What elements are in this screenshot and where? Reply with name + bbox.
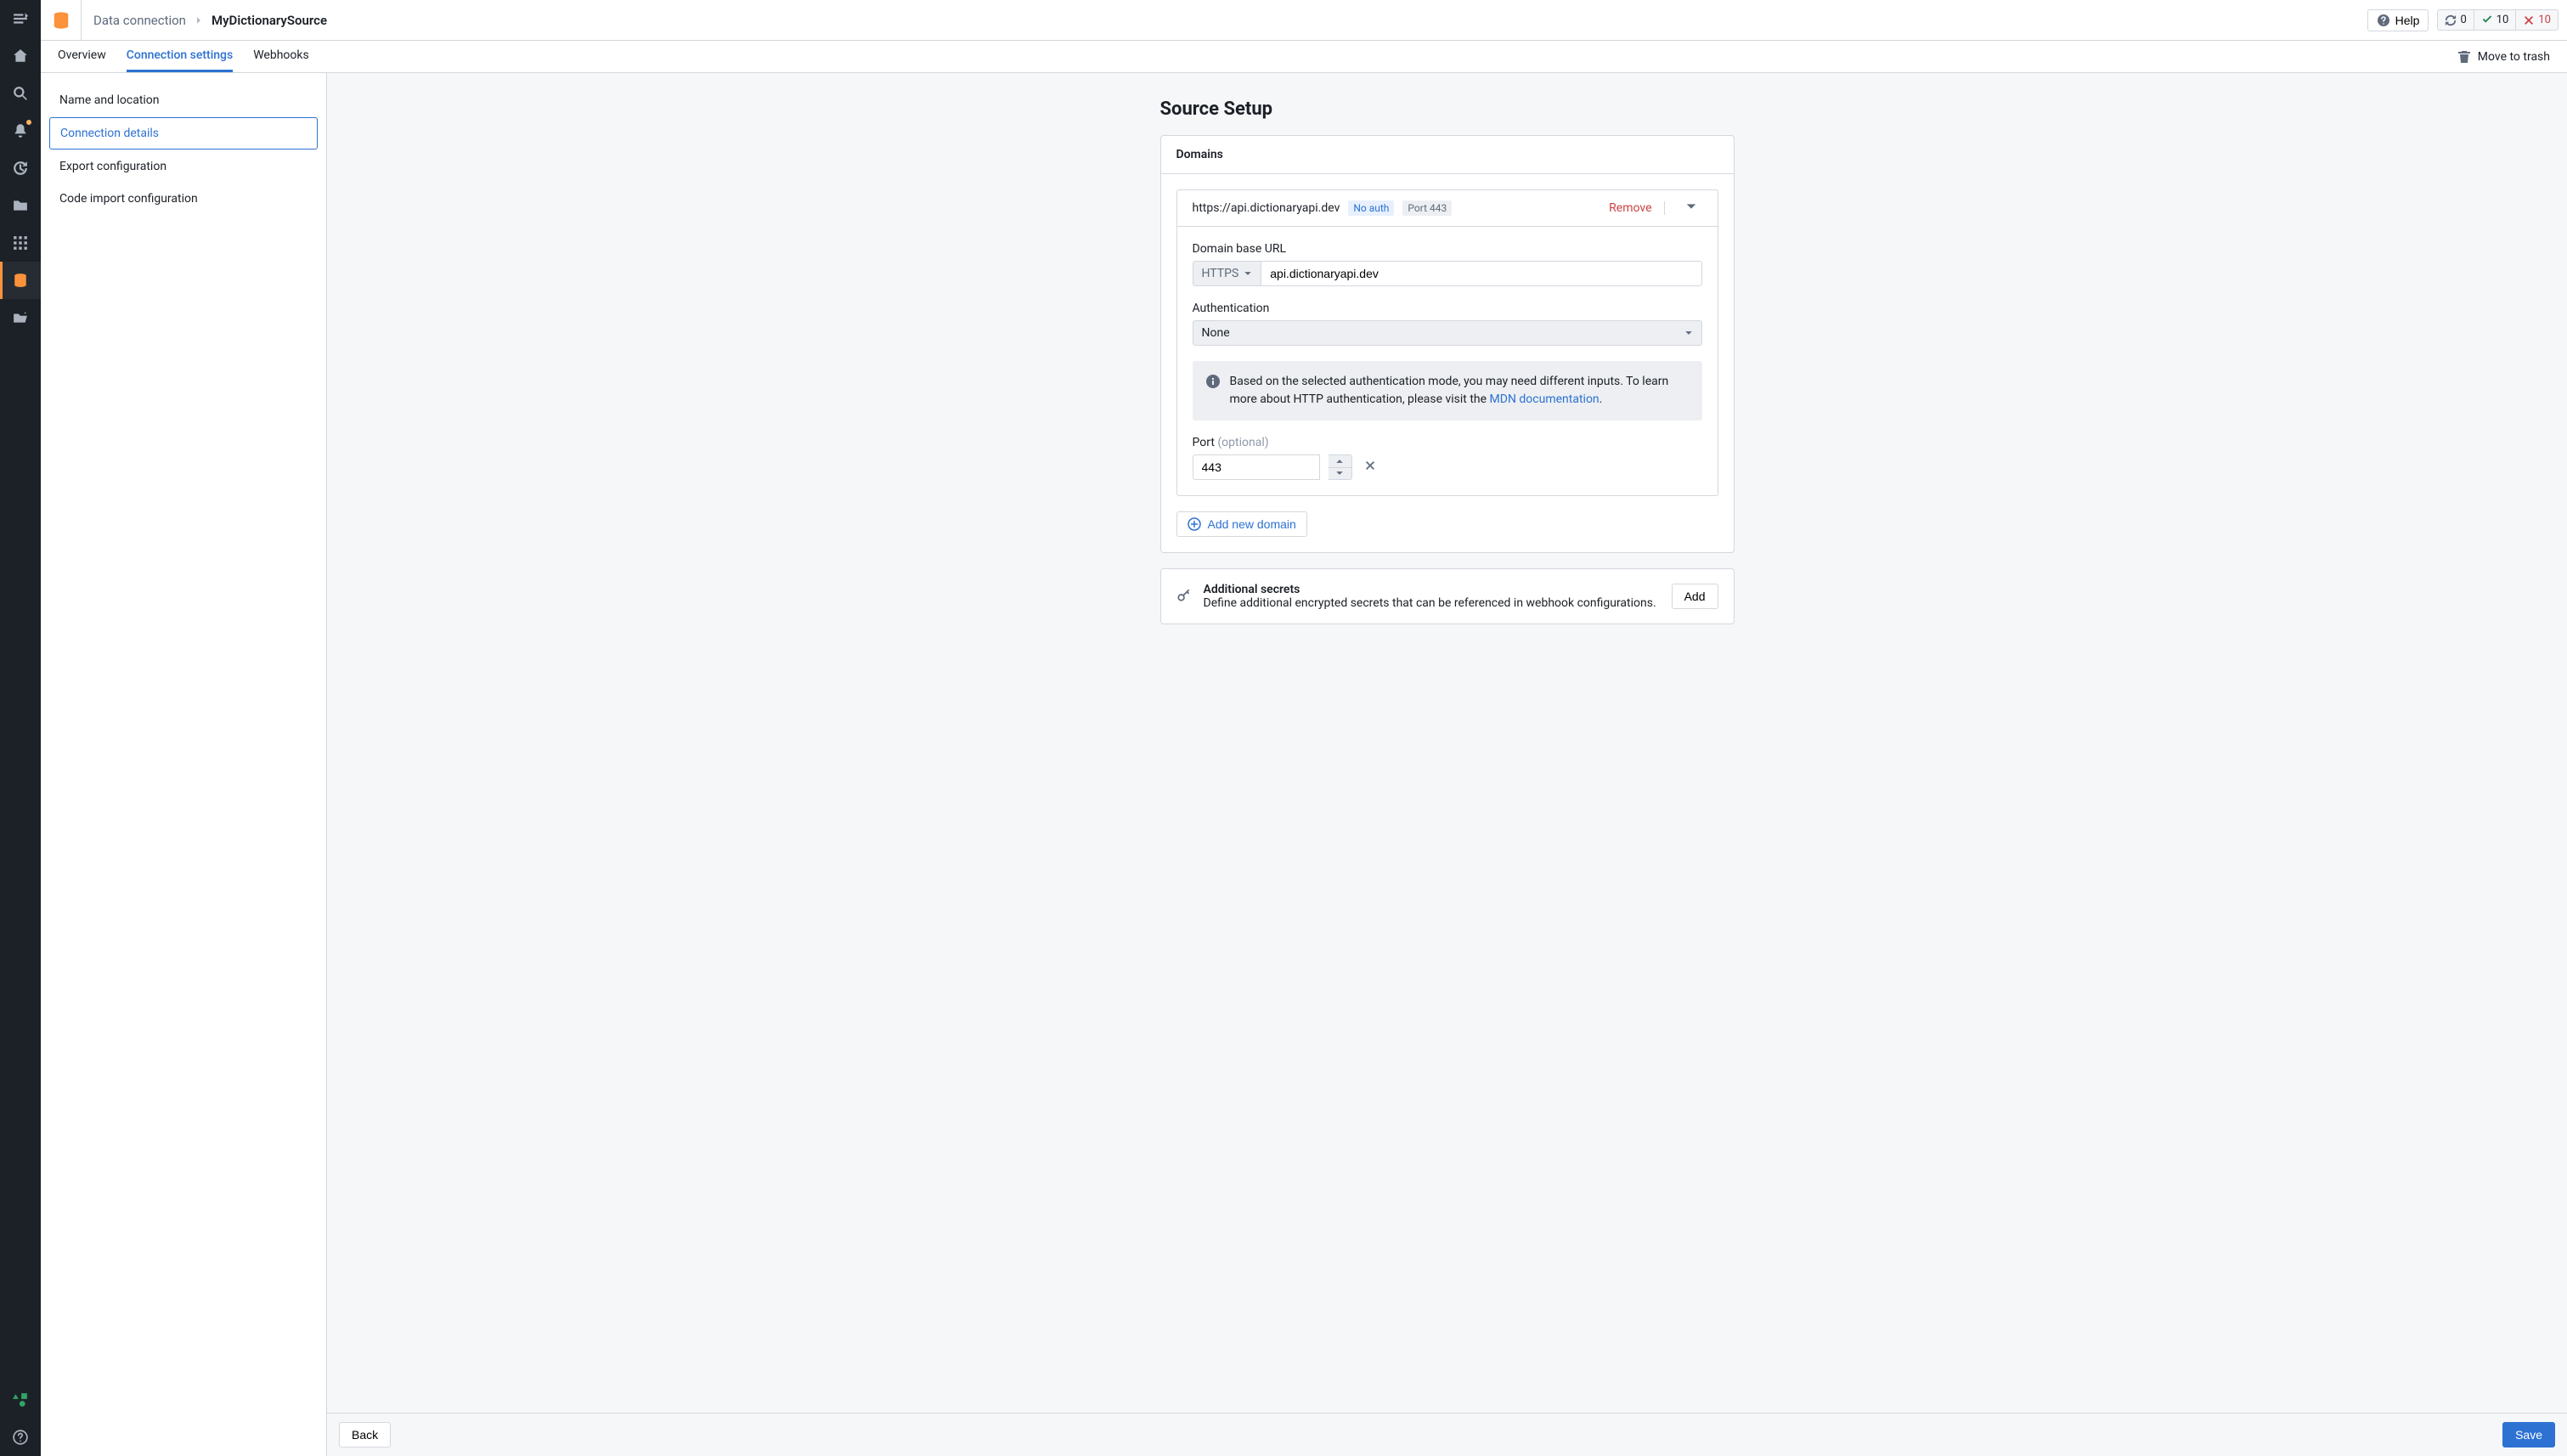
breadcrumb-current: MyDictionarySource [212, 13, 327, 28]
save-button[interactable]: Save [2502, 1422, 2555, 1448]
secrets-desc: Define additional encrypted secrets that… [1204, 596, 1660, 610]
notifications-icon[interactable] [0, 112, 41, 150]
callout-text-b: . [1599, 392, 1603, 406]
status-sync[interactable]: 0 [2438, 10, 2473, 30]
tab-webhooks[interactable]: Webhooks [253, 48, 309, 72]
domain-host-input[interactable] [1261, 261, 1701, 286]
folder-open-icon[interactable] [0, 299, 41, 336]
main-column: Data connection MyDictionarySource Help … [41, 0, 2567, 1456]
folder-icon[interactable] [0, 187, 41, 224]
secrets-card: Additional secrets Define additional enc… [1160, 568, 1735, 624]
protocol-value: HTTPS [1202, 267, 1239, 280]
domain-url-label: Domain base URL [1193, 242, 1702, 256]
move-to-trash-label: Move to trash [2478, 50, 2550, 64]
auth-info-callout: Based on the selected authentication mod… [1193, 361, 1702, 420]
info-icon [1206, 375, 1220, 388]
mdn-link[interactable]: MDN documentation [1490, 392, 1599, 406]
add-domain-label: Add new domain [1208, 517, 1296, 531]
rail-toggle-icon[interactable] [0, 0, 41, 37]
subnav-name-location[interactable]: Name and location [49, 85, 318, 116]
tab-overview[interactable]: Overview [58, 48, 106, 72]
domain-entry: https://api.dictionaryapi.dev No auth Po… [1176, 189, 1718, 496]
domains-header: Domains [1161, 136, 1734, 174]
status-error[interactable]: 10 [2515, 10, 2558, 30]
port-optional: (optional) [1217, 436, 1268, 449]
status-group: 0 10 10 [2437, 9, 2559, 31]
chevron-right-icon [195, 13, 203, 28]
topbar: Data connection MyDictionarySource Help … [41, 0, 2567, 41]
status-ok[interactable]: 10 [2474, 10, 2516, 30]
callout-text-a: Based on the selected authentication mod… [1230, 375, 1669, 406]
tab-connection-settings[interactable]: Connection settings [127, 48, 233, 72]
port-decrement-button[interactable] [1329, 467, 1351, 480]
help-icon[interactable] [0, 1419, 41, 1456]
search-icon[interactable] [0, 75, 41, 112]
port-label-wrap: Port (optional) [1193, 436, 1702, 449]
subnav-code-import[interactable]: Code import configuration [49, 183, 318, 214]
subnav-export-config[interactable]: Export configuration [49, 151, 318, 182]
port-input[interactable] [1193, 454, 1320, 480]
caret-down-icon [1684, 329, 1693, 337]
port-label: Port [1193, 436, 1218, 449]
remove-domain-button[interactable]: Remove [1609, 201, 1664, 215]
connection-type-icon [41, 0, 82, 41]
caret-down-icon [1244, 269, 1252, 278]
apps-icon[interactable] [0, 224, 41, 262]
auth-label: Authentication [1193, 302, 1702, 315]
key-icon [1176, 587, 1192, 606]
move-to-trash-button[interactable]: Move to trash [2457, 50, 2550, 64]
plus-circle-icon [1188, 517, 1201, 531]
auth-value: None [1202, 326, 1230, 340]
database-icon[interactable] [0, 262, 41, 299]
home-icon[interactable] [0, 37, 41, 75]
add-domain-button[interactable]: Add new domain [1176, 511, 1307, 537]
domain-header-row: https://api.dictionaryapi.dev No auth Po… [1177, 190, 1718, 227]
page-title: Source Setup [1160, 99, 1735, 120]
status-ok-count: 10 [2496, 14, 2509, 26]
protocol-select[interactable]: HTTPS [1193, 261, 1261, 286]
left-rail [0, 0, 41, 1456]
status-sync-count: 0 [2460, 14, 2466, 26]
domain-url: https://api.dictionaryapi.dev [1193, 201, 1340, 215]
history-icon[interactable] [0, 150, 41, 187]
shapes-icon[interactable] [0, 1381, 41, 1419]
collapse-domain-button[interactable] [1673, 200, 1702, 216]
port-increment-button[interactable] [1329, 455, 1351, 467]
noauth-pill: No auth [1348, 200, 1394, 216]
tab-row: Overview Connection settings Webhooks Mo… [41, 41, 2567, 73]
domains-card: Domains https://api.dictionaryapi.dev No… [1160, 135, 1735, 553]
secrets-title: Additional secrets [1204, 583, 1660, 596]
clear-port-button[interactable] [1361, 456, 1379, 478]
add-secret-button[interactable]: Add [1672, 584, 1718, 609]
content-area: Name and location Connection details Exp… [41, 73, 2567, 1456]
canvas: Source Setup Domains https://api.diction… [327, 73, 2567, 1456]
breadcrumb-root[interactable]: Data connection [93, 13, 186, 28]
help-button[interactable]: Help [2367, 9, 2429, 31]
settings-subnav: Name and location Connection details Exp… [41, 73, 327, 1456]
port-stepper [1329, 454, 1352, 480]
subnav-connection-details[interactable]: Connection details [49, 117, 318, 150]
back-button[interactable]: Back [339, 1422, 391, 1448]
notification-dot-icon [25, 119, 32, 126]
port-pill: Port 443 [1402, 200, 1452, 216]
footer-bar: Back Save [327, 1413, 2567, 1456]
breadcrumb: Data connection MyDictionarySource [82, 13, 339, 28]
auth-select[interactable]: None [1193, 320, 1702, 346]
status-error-count: 10 [2538, 14, 2551, 26]
help-label: Help [2395, 14, 2420, 27]
